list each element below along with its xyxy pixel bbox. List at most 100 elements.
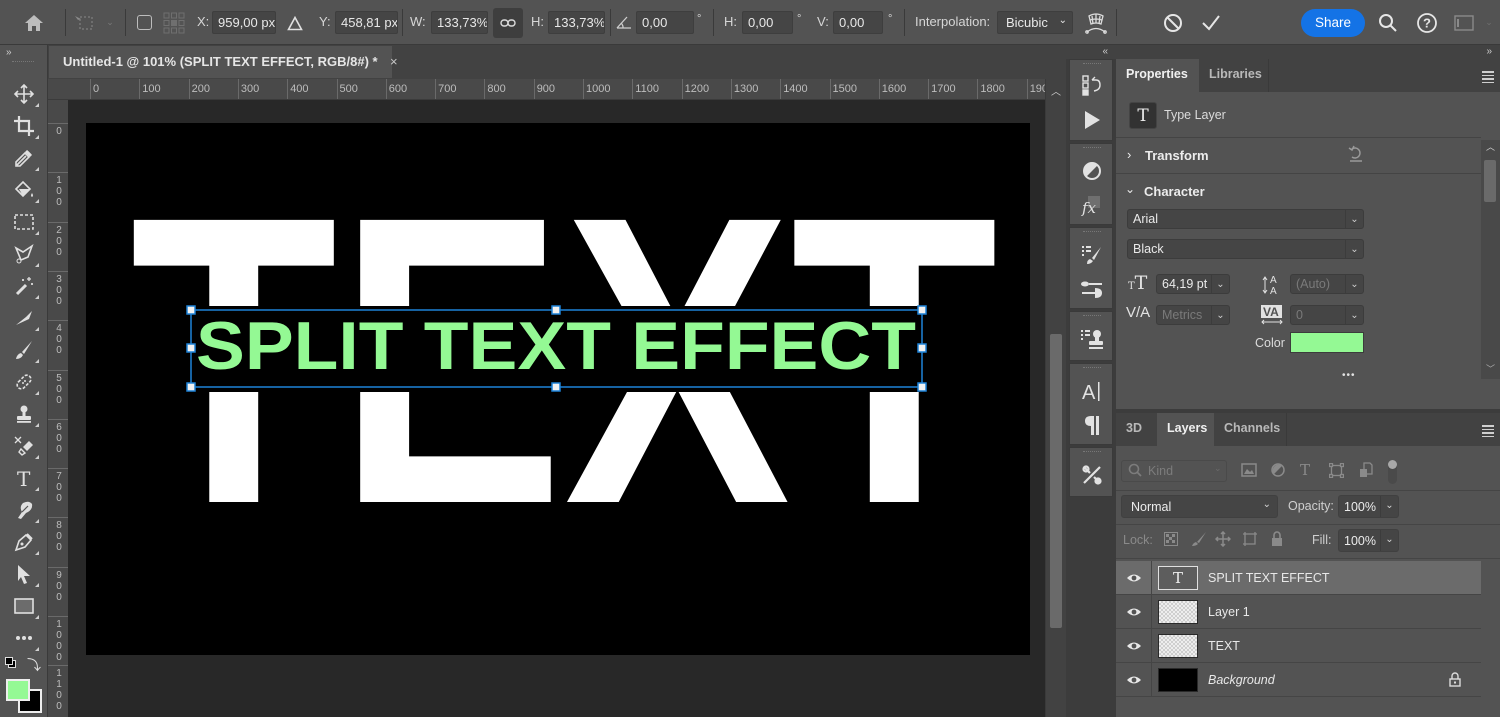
filter-adjustment-icon[interactable]	[1271, 463, 1285, 480]
chevron-down-icon[interactable]: ⌄	[1380, 530, 1398, 551]
paragraph-panel-icon[interactable]	[1079, 412, 1105, 438]
tab-properties[interactable]: Properties	[1116, 59, 1199, 92]
pen-tool-icon[interactable]	[9, 529, 39, 555]
search-icon[interactable]	[1377, 12, 1399, 34]
scroll-down-icon[interactable]: ﹀	[1486, 362, 1495, 375]
eraser-knife-tool-icon[interactable]	[9, 305, 39, 331]
magic-wand-tool-icon[interactable]	[9, 273, 39, 299]
home-icon[interactable]	[22, 11, 46, 35]
actions-play-icon[interactable]	[1079, 107, 1105, 133]
panel-menu-icon[interactable]	[1482, 425, 1494, 439]
layer-visibility-toggle[interactable]	[1116, 663, 1152, 697]
lock-artboard-icon[interactable]	[1242, 531, 1258, 550]
transform-section-header[interactable]: › Transform	[1116, 137, 1481, 173]
rotation-input[interactable]: 0,00	[636, 11, 694, 34]
transform-handle-top-right[interactable]	[917, 305, 927, 315]
scroll-up-icon[interactable]: ︿	[1051, 83, 1061, 98]
layer-name[interactable]: Layer 1	[1208, 605, 1250, 619]
tracking-input[interactable]: 0 ⌄	[1290, 305, 1364, 325]
cancel-transform-icon[interactable]	[1162, 12, 1184, 34]
y-position-input[interactable]: 458,81 px	[335, 11, 398, 34]
chevron-down-icon[interactable]: ⌄	[1380, 496, 1398, 517]
fill-input[interactable]: 100% ⌄	[1338, 529, 1399, 552]
tab-layers[interactable]: Layers	[1157, 413, 1214, 446]
link-aspect-ratio-icon[interactable]	[493, 8, 523, 38]
paint-bucket-tool-icon[interactable]	[9, 177, 39, 203]
brush-settings-icon[interactable]	[1079, 242, 1105, 268]
marquee-tool-icon[interactable]	[9, 209, 39, 235]
transform-handle-bottom-left[interactable]	[186, 382, 196, 392]
help-icon[interactable]: ?	[1415, 11, 1439, 35]
transform-handle-bottom[interactable]	[551, 382, 561, 392]
collapse-dock-button[interactable]: «	[1066, 45, 1116, 59]
type-tool-icon[interactable]: T	[9, 465, 39, 491]
more-options-icon[interactable]: •••	[1342, 370, 1356, 381]
move-tool-icon[interactable]	[9, 81, 39, 107]
tab-3d[interactable]: 3D	[1116, 413, 1157, 446]
layer-visibility-toggle[interactable]	[1116, 595, 1152, 629]
history-icon[interactable]	[1079, 72, 1105, 98]
properties-scrollbar[interactable]: ︿ ﹀	[1481, 140, 1500, 379]
font-style-select[interactable]: Black ⌄	[1127, 239, 1364, 259]
brush-tool-icon[interactable]	[9, 337, 39, 363]
lasso-tool-icon[interactable]	[9, 241, 39, 267]
layer-row[interactable]: T SPLIT TEXT EFFECT	[1116, 561, 1481, 595]
tab-channels[interactable]: Channels	[1214, 413, 1287, 446]
chevron-down-icon[interactable]: ⌄	[104, 16, 116, 28]
scroll-up-icon[interactable]: ︿	[1486, 140, 1495, 153]
horizontal-ruler[interactable]: 0 100 200 300 400 500 600 700 800 900 1000 1100 1200…	[48, 79, 1045, 100]
smudge-tool-icon[interactable]	[9, 497, 39, 523]
brushes-icon[interactable]	[1079, 276, 1105, 302]
share-button[interactable]: Share	[1301, 9, 1365, 37]
vertical-ruler[interactable]: 0 100 200 300 400 500 600 700 800 900 1000 1100	[48, 100, 68, 717]
collapse-panels-button[interactable]: »	[1116, 45, 1500, 59]
workspace-icon[interactable]	[1453, 13, 1475, 33]
character-section-header[interactable]: ⌄ Character	[1116, 173, 1481, 209]
layer-name[interactable]: Background	[1208, 673, 1275, 687]
interpolation-select[interactable]: Bicubic ⌄	[997, 11, 1073, 34]
chevron-down-icon[interactable]: ⌄	[1483, 16, 1495, 28]
filter-shape-icon[interactable]	[1328, 462, 1345, 481]
lock-image-pixels-icon[interactable]	[1191, 531, 1207, 550]
lock-transparent-pixels-icon[interactable]	[1164, 532, 1178, 549]
reference-point-checkbox[interactable]	[137, 15, 152, 30]
font-size-input[interactable]: 64,19 pt ⌄	[1156, 274, 1230, 294]
blend-mode-select[interactable]: Normal ⌄	[1121, 495, 1278, 518]
foreground-color-swatch[interactable]	[6, 679, 30, 701]
transform-handle-right[interactable]	[917, 343, 927, 353]
healing-tool-icon[interactable]	[9, 369, 39, 395]
filter-smart-object-icon[interactable]	[1359, 462, 1373, 481]
commit-transform-icon[interactable]	[1200, 12, 1222, 34]
layer-name[interactable]: SPLIT TEXT EFFECT	[1208, 571, 1330, 585]
font-family-select[interactable]: Arial ⌄	[1127, 209, 1364, 229]
transform-handle-top[interactable]	[551, 305, 561, 315]
expand-toolbar-icon[interactable]: »	[6, 47, 12, 58]
split-text-effect-layer[interactable]: SPLIT TEXT EFFECT	[196, 308, 916, 384]
scrollbar-thumb[interactable]	[1050, 334, 1062, 628]
layer-row[interactable]: TEXT	[1116, 629, 1481, 663]
layer-row[interactable]: Layer 1	[1116, 595, 1481, 629]
lock-position-icon[interactable]	[1214, 530, 1232, 550]
filter-type-icon[interactable]: T	[1300, 461, 1310, 479]
layer-name[interactable]: TEXT	[1208, 639, 1240, 653]
adjustments-icon[interactable]	[1079, 158, 1105, 184]
lock-all-icon[interactable]	[1271, 531, 1283, 549]
stamp-tool-icon[interactable]	[9, 401, 39, 427]
tool-presets-icon[interactable]	[1079, 462, 1105, 488]
vertical-scrollbar[interactable]: ︿	[1045, 79, 1066, 717]
text-color-swatch[interactable]	[1290, 332, 1364, 353]
reset-transform-icon[interactable]	[1348, 145, 1364, 166]
width-input[interactable]: 133,73%	[431, 11, 488, 34]
transform-handle-bottom-right[interactable]	[917, 382, 927, 392]
eyedropper-tool-icon[interactable]	[9, 145, 39, 171]
crop-tool-icon[interactable]	[9, 113, 39, 139]
rectangle-tool-icon[interactable]	[9, 593, 39, 619]
document-canvas[interactable]: TEXT TEXT SPLIT TEXT EFFECT	[86, 123, 1030, 655]
default-colors-icon[interactable]	[5, 657, 17, 669]
kerning-select[interactable]: Metrics ⌄	[1156, 305, 1230, 325]
filter-toggle-switch[interactable]	[1388, 460, 1397, 484]
more-tools-icon[interactable]	[9, 625, 39, 651]
warp-mode-icon[interactable]	[1083, 10, 1109, 36]
close-tab-icon[interactable]: ×	[390, 54, 398, 69]
swap-colors-icon[interactable]: ⤵	[27, 655, 41, 675]
